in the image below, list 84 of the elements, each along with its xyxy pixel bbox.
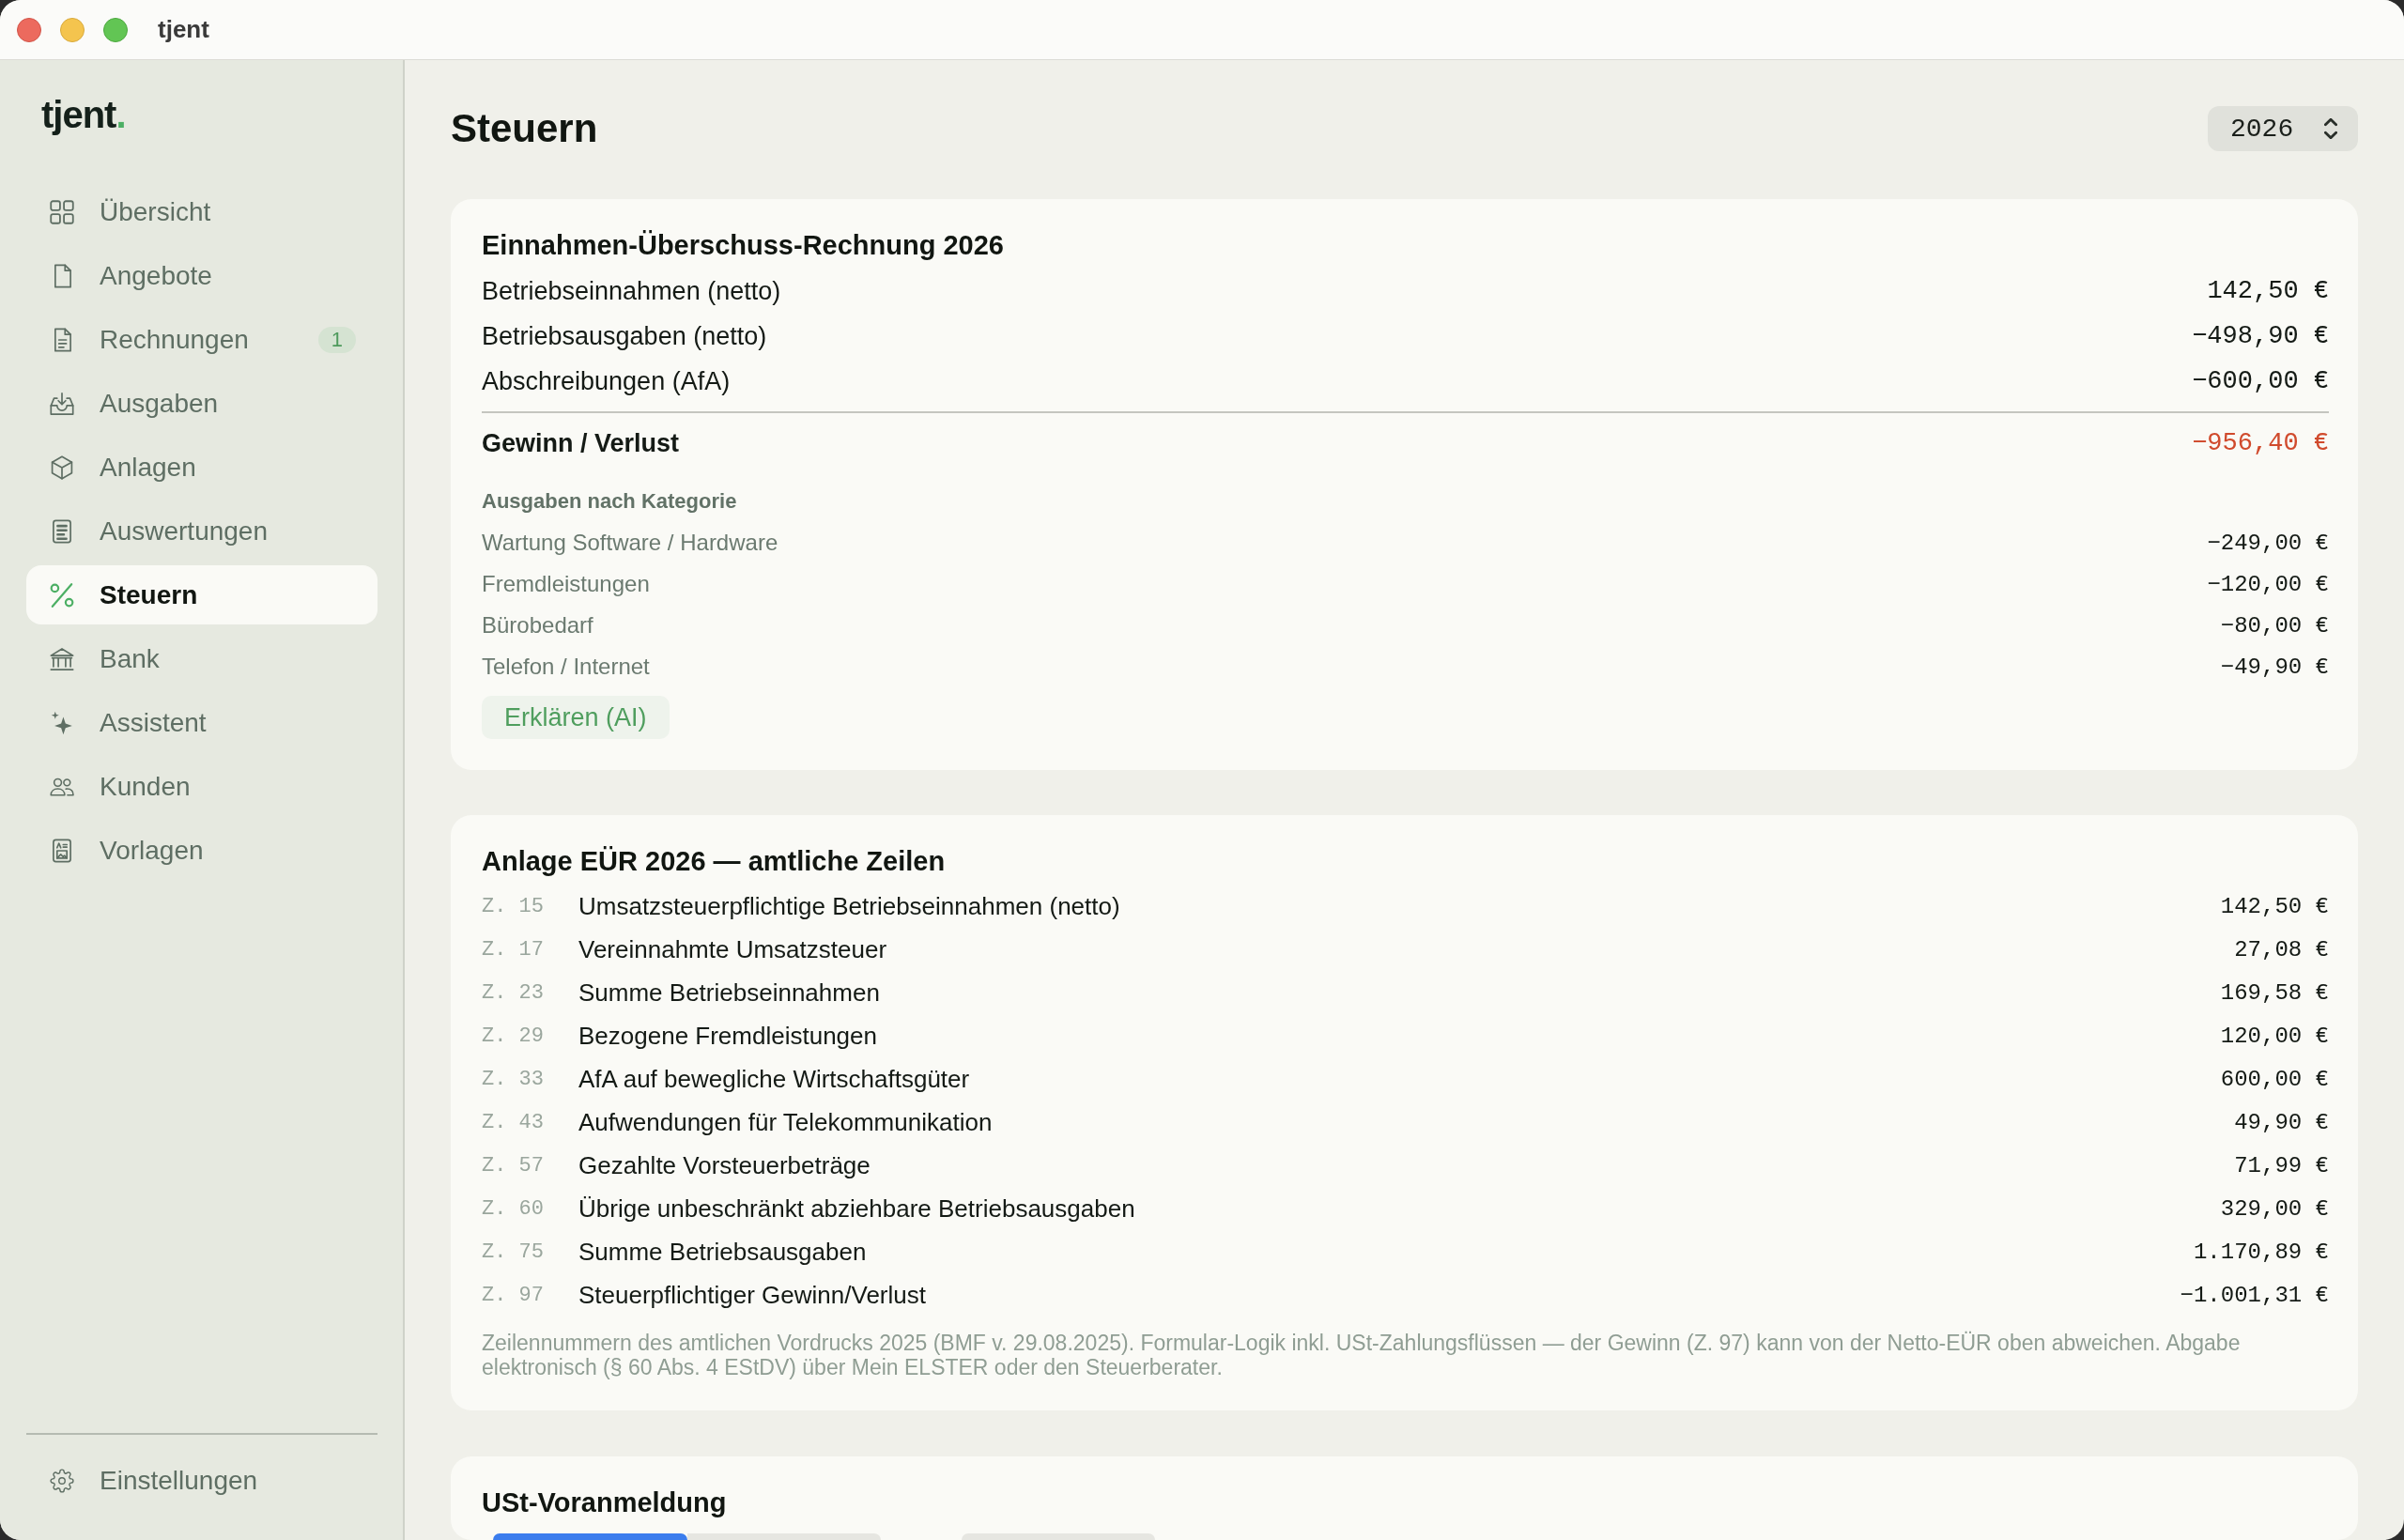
card-title: Anlage EÜR 2026 — amtliche Zeilen <box>482 845 947 878</box>
category-label: Wartung Software / Hardware <box>482 530 778 556</box>
chevron-updown-icon <box>2324 118 2337 139</box>
sidebar-item[interactable]: Auswertungen <box>26 501 378 561</box>
line-number: Z. 43 <box>482 1110 545 1134</box>
amount: −120,00 € <box>2207 571 2329 597</box>
row-label: Betriebsausgaben (netto) <box>482 321 767 351</box>
amount: 120,00 € <box>2220 1023 2329 1049</box>
line-number: Z. 33 <box>482 1067 545 1091</box>
amount: −498,90 € <box>2192 322 2329 350</box>
sidebar-item[interactable]: Rechnungen 1 <box>26 310 378 369</box>
line-label: AfA auf bewegliche Wirtschaftsgüter <box>578 1064 970 1094</box>
bank-building-icon <box>50 646 74 671</box>
line-number: Z. 15 <box>482 894 545 918</box>
window-minimize-button[interactable] <box>60 17 85 42</box>
line-number: Z. 29 <box>482 1024 545 1048</box>
amount: 27,08 € <box>2234 936 2329 962</box>
line-label: Vereinnahmte Umsatzsteuer <box>578 934 887 964</box>
sparkles-icon <box>50 710 74 735</box>
line-label: Summe Betriebseinnahmen <box>578 978 880 1008</box>
footnote: Zeilennummern des amtlichen Vordrucks 2025 (BMF v. 29.08.2025). Formular-Logik inkl. USt-Zahlungsflüssen — der Gewinn (Z. 97) kann von der Netto-EÜR oben abweichen. Abgabe elektronisch (§ 60 Abs. 4 EStDV) über Mein ELSTER oder den Steuerberater. <box>482 1331 2242 1379</box>
line-number: Z. 60 <box>482 1196 545 1221</box>
sidebar-item[interactable]: Kunden <box>26 757 378 816</box>
sidebar-item[interactable]: Vorlagen <box>26 821 378 880</box>
amount: −600,00 € <box>2192 367 2329 395</box>
window-close-button[interactable] <box>17 17 41 42</box>
inbox-tray-icon <box>50 391 74 416</box>
page-title: Steuern <box>451 105 598 152</box>
grid-icon <box>50 199 74 224</box>
sidebar-item[interactable]: Assistent <box>26 693 378 752</box>
card-title: Einnahmen-Überschuss-Rechnung 2026 <box>482 229 1005 262</box>
line-label: Bezogene Fremdleistungen <box>578 1021 877 1051</box>
category-label: Bürobedarf <box>482 612 593 639</box>
segment-button[interactable] <box>493 1533 687 1540</box>
amount: 329,00 € <box>2220 1195 2329 1222</box>
sidebar-item[interactable]: Angebote <box>26 246 378 305</box>
line-number: Z. 75 <box>482 1240 545 1264</box>
row-label: Abschreibungen (AfA) <box>482 366 731 396</box>
section-heading: Ausgaben nach Kategorie <box>482 488 738 515</box>
line-label: Gezahlte Vorsteuerbeträge <box>578 1150 871 1180</box>
card-title: USt-Voranmeldung <box>482 1486 728 1519</box>
settings-icon <box>50 1468 74 1493</box>
report-icon <box>50 518 74 544</box>
line-number: Z. 17 <box>482 937 545 962</box>
amount: 142,50 € <box>2207 277 2329 305</box>
sidebar-item[interactable]: Steuern <box>26 565 378 624</box>
line-number: Z. 23 <box>482 980 545 1005</box>
amount: 71,99 € <box>2234 1152 2329 1178</box>
settings-item[interactable]: Einstellungen <box>26 1451 378 1510</box>
amount: 1.170,89 € <box>2193 1239 2329 1265</box>
amount: 169,58 € <box>2220 979 2329 1006</box>
year-select[interactable]: 2026 <box>2208 106 2358 151</box>
total-amount: −956,40 € <box>2192 429 2329 457</box>
amount: 49,90 € <box>2234 1109 2329 1135</box>
sidebar-item[interactable]: Ausgaben <box>26 374 378 433</box>
line-number: Z. 57 <box>482 1153 545 1178</box>
window-title: tjent <box>158 15 209 44</box>
template-icon <box>50 838 74 863</box>
percent-icon <box>50 582 74 608</box>
amount: 600,00 € <box>2220 1066 2329 1092</box>
line-number: Z. 97 <box>482 1283 545 1307</box>
amount: −1.001,31 € <box>2180 1282 2329 1308</box>
category-label: Telefon / Internet <box>482 654 650 680</box>
line-label: Umsatzsteuerpflichtige Betriebseinnahmen (netto) <box>578 891 1120 921</box>
sidebar-item[interactable]: Bank <box>26 629 378 688</box>
line-label: Übrige unbeschränkt abziehbare Betriebsausgaben <box>578 1194 1135 1224</box>
line-label: Aufwendungen für Telekommunikation <box>578 1107 993 1137</box>
row-label: Betriebseinnahmen (netto) <box>482 276 781 306</box>
app-logo: tjent. <box>41 93 126 137</box>
line-label: Summe Betriebsausgaben <box>578 1237 867 1267</box>
window-zoom-button[interactable] <box>103 17 128 42</box>
total-label: Gewinn / Verlust <box>482 428 680 458</box>
cube-icon <box>50 454 74 480</box>
count-badge: 1 <box>317 326 356 353</box>
amount: −249,00 € <box>2207 530 2329 556</box>
amount: −80,00 € <box>2220 612 2329 639</box>
category-label: Fremdleistungen <box>482 571 650 597</box>
amount: 142,50 € <box>2220 893 2329 919</box>
amount: −49,90 € <box>2220 654 2329 680</box>
line-label: Steuerpflichtiger Gewinn/Verlust <box>578 1280 926 1310</box>
segment-button[interactable] <box>686 1533 881 1540</box>
sidebar-item[interactable]: Übersicht <box>26 182 378 241</box>
explain-ai-button[interactable]: Erklären (AI) <box>482 696 670 739</box>
sidebar-item[interactable]: Anlagen <box>26 438 378 497</box>
